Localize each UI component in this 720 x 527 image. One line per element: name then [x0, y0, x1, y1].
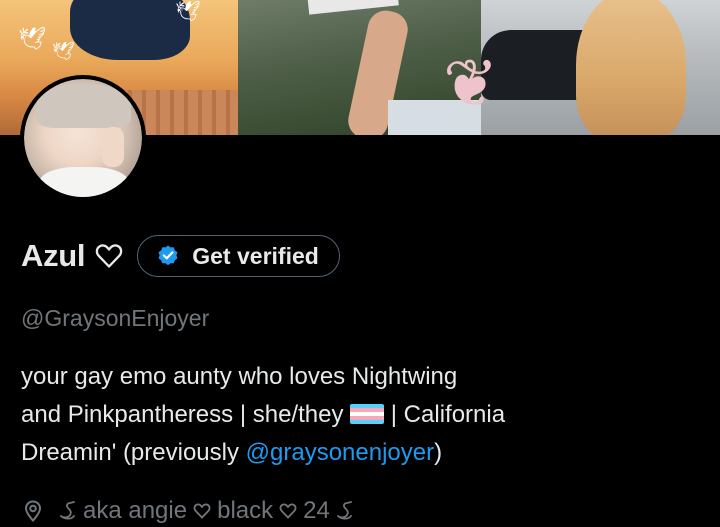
bio-mention-link[interactable]: @graysonenjoyer [246, 439, 434, 466]
bio-text: your gay emo aunty who loves Nightwing [21, 363, 458, 390]
avatar-hand [102, 127, 124, 167]
dove-icon: 🕊 [175, 1, 201, 23]
location-pin-icon [24, 500, 42, 522]
bio-text: | California [384, 401, 506, 428]
bio-text: Dreamin' (previously [21, 439, 246, 466]
butterfly-icon: ❦ [443, 46, 499, 120]
location-text: 24 [303, 497, 330, 524]
bio-line: Dreamin' (previously @graysonenjoyer) [21, 434, 661, 472]
banner-image-portrait [481, 0, 720, 135]
bio-line: and Pinkpantheress | she/they | Californ… [21, 396, 661, 434]
profile-avatar[interactable] [20, 75, 146, 201]
banner-hair [576, 0, 686, 135]
profile-bio: your gay emo aunty who loves Nightwing a… [21, 358, 661, 472]
profile-handle: @GraysonEnjoyer [21, 305, 210, 331]
profile-location: aka angie black 24 [21, 495, 354, 527]
heart-outline-icon [279, 503, 297, 519]
heart-outline-icon [193, 503, 211, 519]
name-row: Azul Get verified [21, 232, 340, 280]
dove-icon: 🕊 [52, 41, 75, 61]
transgender-flag-icon [350, 404, 385, 424]
avatar-shirt [39, 167, 129, 197]
bio-text: and Pinkpantheress | she/they [21, 401, 351, 428]
swan-icon [336, 501, 352, 520]
heart-outline-icon [96, 244, 123, 268]
location-text: black [217, 497, 274, 524]
bio-text: ) [434, 439, 443, 466]
swan-icon [60, 501, 75, 520]
banner-figure [70, 0, 190, 60]
get-verified-button[interactable]: Get verified [137, 235, 340, 277]
bio-line: your gay emo aunty who loves Nightwing [21, 358, 661, 396]
location-text: aka angie [83, 497, 188, 524]
display-name: Azul [21, 238, 86, 273]
get-verified-label: Get verified [192, 242, 319, 269]
verified-badge-icon [158, 245, 178, 266]
avatar-hair [36, 83, 131, 128]
dove-icon: 🕊 [18, 26, 46, 51]
